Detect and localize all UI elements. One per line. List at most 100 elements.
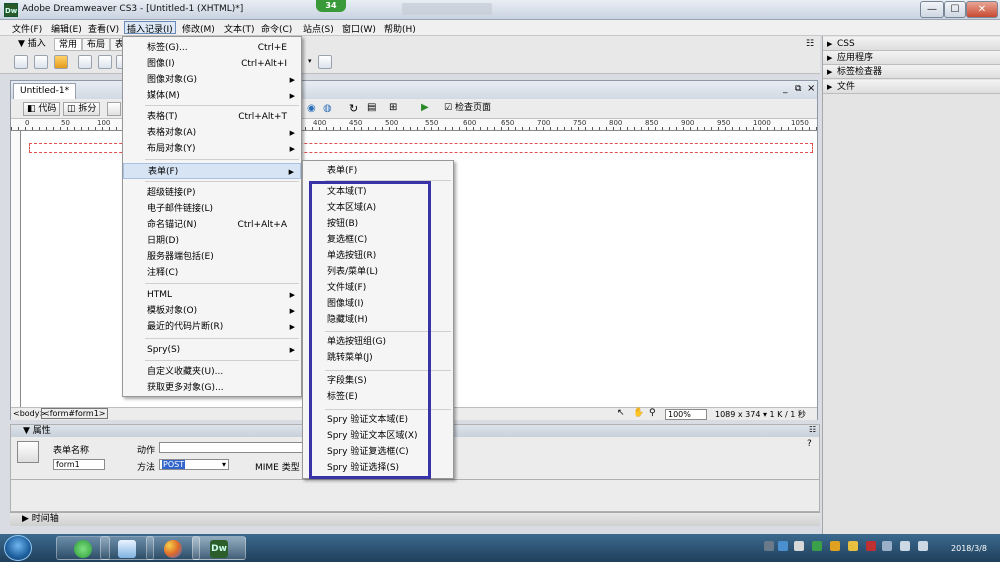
split-icon: ◫ — [67, 104, 76, 114]
taskbar-app-dreamweaver[interactable]: Dw — [192, 536, 246, 560]
panel-files[interactable]: ▶ 文件 — [823, 80, 1000, 94]
view-options-icon[interactable]: ▤ — [367, 102, 376, 113]
dropdown-chevron-icon[interactable]: ▾ — [308, 57, 312, 65]
preview-icon[interactable]: ◉ — [307, 103, 316, 114]
tray-icon[interactable] — [778, 541, 788, 551]
refresh-icon[interactable]: ↻ — [349, 102, 358, 115]
tray-icon[interactable] — [866, 541, 876, 551]
menu-commands[interactable]: 命令(C) — [259, 22, 294, 35]
tray-icon[interactable] — [794, 541, 804, 551]
paint-icon — [164, 540, 182, 558]
panel-tag-inspector[interactable]: ▶ 标签检查器 — [823, 65, 1000, 79]
design-view-button[interactable] — [107, 102, 121, 116]
ruler-label: 1050 — [791, 119, 809, 127]
insert-menu-item[interactable]: 最近的代码片断(R) ▶ — [123, 319, 301, 335]
insert-menu-item[interactable]: 表单(F) ▶ — [123, 163, 301, 179]
tab-common[interactable]: 常用 — [54, 38, 83, 51]
form-submenu-item[interactable]: 表单(F) — [303, 163, 453, 179]
hand-tool-icon[interactable]: ✋ — [633, 408, 644, 418]
insert-menu-item[interactable]: 电子邮件链接(L) — [123, 201, 301, 217]
split-view-button[interactable]: ◫ 拆分 — [63, 102, 101, 116]
insert-menu-item[interactable]: HTML ▶ — [123, 287, 301, 303]
help-icon[interactable]: ? — [807, 439, 812, 449]
method-select[interactable]: POST ▾ — [159, 459, 229, 470]
submenu-arrow-icon: ▶ — [288, 168, 294, 176]
tab-layout[interactable]: 布局 — [82, 38, 111, 51]
menu-help[interactable]: 帮助(H) — [382, 22, 418, 35]
submenu-arrow-icon: ▶ — [289, 346, 295, 354]
form-name-input[interactable]: form1 — [53, 459, 105, 470]
panel-css[interactable]: ▶ CSS — [823, 37, 1000, 51]
insert-menu-item[interactable]: 超级链接(P) — [123, 185, 301, 201]
tray-icon[interactable] — [830, 541, 840, 551]
div-icon[interactable] — [98, 55, 112, 69]
insert-menu-item[interactable]: 服务器端包括(E) — [123, 249, 301, 265]
hyperlink-icon[interactable] — [14, 55, 28, 69]
insert-menu-item[interactable]: 自定义收藏夹(U)... — [123, 364, 301, 380]
insert-menu-item[interactable]: 媒体(M) ▶ — [123, 88, 301, 104]
action-label: 动作 — [137, 446, 156, 456]
tag-form[interactable]: <form#form1> — [41, 408, 108, 419]
table-icon[interactable] — [78, 55, 92, 69]
timeline-panel[interactable]: ▶ 时间轴 — [10, 512, 820, 526]
check-page-button[interactable]: ☑ 检查页面 — [441, 102, 494, 116]
code-view-button[interactable]: ◧ 代码 — [23, 102, 61, 116]
tray-icon[interactable] — [764, 541, 774, 551]
menu-view[interactable]: 查看(V) — [86, 22, 121, 35]
menu-edit[interactable]: 编辑(E) — [49, 22, 84, 35]
insert-menu-item[interactable]: 图像(I) Ctrl+Alt+I — [123, 56, 301, 72]
menu-window[interactable]: 窗口(W) — [340, 22, 378, 35]
document-tab[interactable]: Untitled-1* — [13, 83, 77, 99]
tray-icon[interactable] — [848, 541, 858, 551]
template-icon[interactable] — [318, 55, 332, 69]
panel-options-icon[interactable]: ☷ — [809, 425, 816, 434]
validate-icon[interactable]: ▶ — [421, 102, 429, 113]
tray-icon[interactable] — [812, 541, 822, 551]
tray-icon[interactable] — [882, 541, 892, 551]
insert-panel-header[interactable]: ▼ 插入 — [14, 38, 50, 51]
select-tool-icon[interactable]: ↖ — [617, 408, 625, 418]
minimize-doc-icon[interactable]: _ — [783, 84, 788, 94]
close-button[interactable]: ✕ — [966, 1, 998, 18]
close-doc-icon[interactable]: × — [807, 83, 815, 94]
named-anchor-icon[interactable] — [54, 55, 68, 69]
restore-doc-icon[interactable]: ⧉ — [795, 84, 801, 94]
minimize-button[interactable]: — — [920, 1, 944, 18]
start-button[interactable] — [4, 535, 32, 561]
insert-menu-item[interactable]: 图像对象(G) ▶ — [123, 72, 301, 88]
menu-file[interactable]: 文件(F) — [10, 22, 44, 35]
ruler-label: 450 — [349, 119, 363, 127]
network-icon[interactable] — [900, 541, 910, 551]
zoom-select[interactable]: 100% — [665, 409, 707, 420]
menu-item-label: 日期(D) — [147, 236, 179, 246]
insert-menu-item[interactable]: Spry(S) ▶ — [123, 342, 301, 358]
mime-type-label: MIME 类型 — [255, 463, 300, 473]
menu-item-label: 布局对象(Y) — [147, 144, 196, 154]
zoom-tool-icon[interactable]: ⚲ — [649, 408, 656, 418]
menu-item-label: 表单(F) — [148, 167, 179, 177]
menu-insert[interactable]: 插入记录(I) — [124, 21, 176, 35]
insert-menu-item[interactable]: 注释(C) — [123, 265, 301, 281]
insert-menu-item[interactable]: 标签(G)... Ctrl+E — [123, 40, 301, 56]
menu-site[interactable]: 站点(S) — [301, 22, 336, 35]
globe-icon[interactable]: ◍ — [323, 103, 332, 114]
insert-menu-item[interactable]: 表格(T) Ctrl+Alt+T — [123, 109, 301, 125]
volume-icon[interactable] — [918, 541, 928, 551]
panel-application[interactable]: ▶ 应用程序 — [823, 51, 1000, 65]
clock[interactable]: 2018/3/8 — [940, 536, 998, 553]
email-link-icon[interactable] — [34, 55, 48, 69]
ruler-label: 700 — [537, 119, 551, 127]
panel-options-icon[interactable]: ☷ — [806, 39, 814, 49]
visual-aids-icon[interactable]: ⊞ — [389, 102, 397, 113]
insert-menu-item[interactable]: 命名锚记(N) Ctrl+Alt+A — [123, 217, 301, 233]
action-input[interactable] — [159, 442, 307, 453]
menu-text[interactable]: 文本(T) — [222, 22, 257, 35]
insert-menu-item[interactable]: 表格对象(A) ▶ — [123, 125, 301, 141]
insert-menu-item[interactable]: 布局对象(Y) ▶ — [123, 141, 301, 157]
insert-menu-item[interactable]: 日期(D) — [123, 233, 301, 249]
maximize-button[interactable]: ☐ — [944, 1, 966, 18]
menu-item-label: 模板对象(O) — [147, 306, 198, 316]
menu-modify[interactable]: 修改(M) — [180, 22, 217, 35]
insert-menu-item[interactable]: 模板对象(O) ▶ — [123, 303, 301, 319]
insert-menu-item[interactable]: 获取更多对象(G)... — [123, 380, 301, 396]
